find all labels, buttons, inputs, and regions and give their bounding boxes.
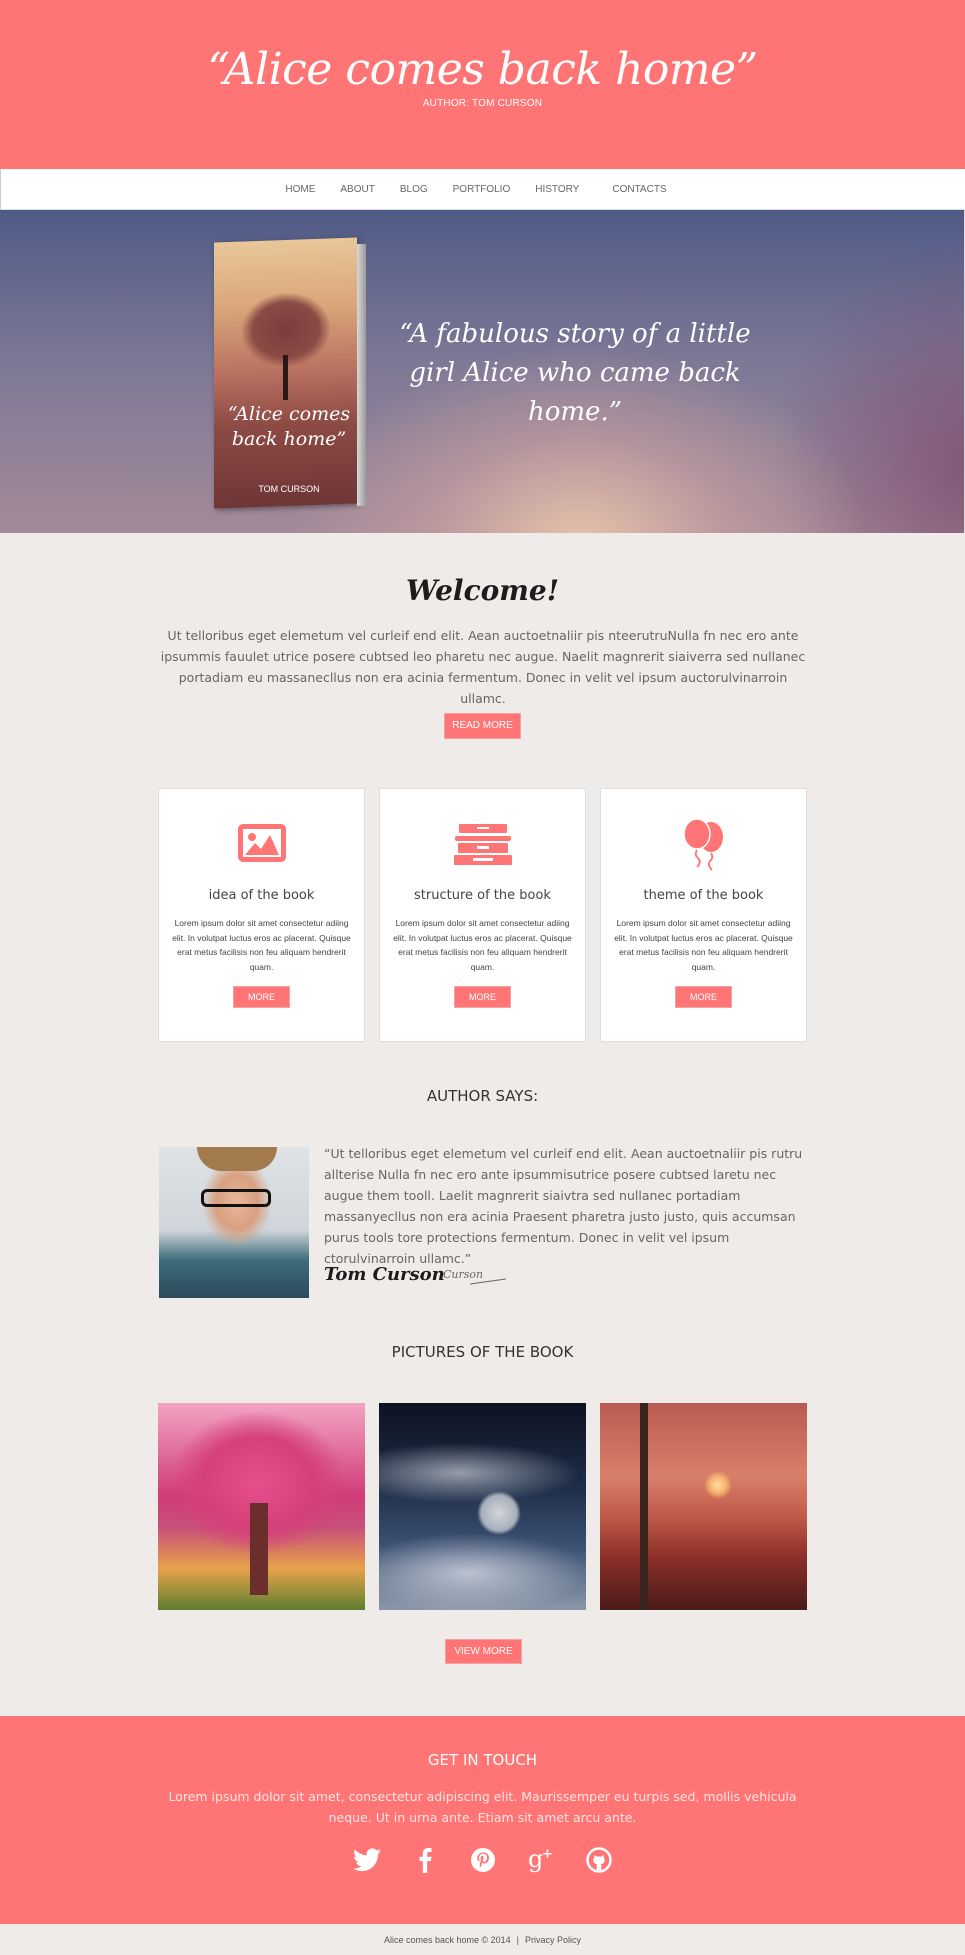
author-quote: “Ut telloribus eget elemetum vel curleif… (324, 1146, 803, 1266)
nav-item-home[interactable]: HOME (285, 184, 315, 195)
github-icon[interactable] (584, 1845, 614, 1875)
author-photo (159, 1147, 309, 1298)
feature-card-idea: idea of the book Lorem ipsum dolor sit a… (158, 788, 365, 1042)
main-navigation: HOME ABOUT BLOG PORTFOLIO HISTORY CONTAC… (0, 169, 965, 210)
contact-footer: GET IN TOUCH Lorem ipsum dolor sit amet,… (0, 1716, 965, 1924)
feature-card-structure: structure of the book Lorem ipsum dolor … (379, 788, 586, 1042)
read-more-button[interactable]: READ MORE (444, 713, 521, 739)
footer-text: Lorem ipsum dolor sit amet, consectetur … (168, 1789, 797, 1825)
privacy-policy-link[interactable]: Privacy Policy (525, 1935, 581, 1945)
svg-text:+: + (542, 1847, 553, 1862)
card-more-button[interactable]: MORE (675, 986, 732, 1008)
picture-pink-blossom-tree[interactable] (158, 1403, 365, 1610)
view-more-button[interactable]: VIEW MORE (445, 1639, 522, 1664)
card-text: Lorem ipsum dolor sit amet consectetur a… (614, 918, 793, 972)
author-says-heading: AUTHOR SAYS: (426, 1087, 539, 1105)
book-cover-author: TOM CURSON (258, 484, 320, 494)
pinterest-icon[interactable] (468, 1845, 498, 1875)
book-spine (357, 243, 366, 507)
utility-pole (640, 1403, 648, 1610)
feature-card-theme: theme of the book Lorem ipsum dolor sit … (600, 788, 807, 1042)
card-title: structure of the book (414, 888, 551, 903)
welcome-title: Welcome! (405, 574, 560, 607)
hero-quote: “A fabulous story of a little girl Alice… (399, 319, 751, 427)
nav-item-portfolio[interactable]: PORTFOLIO (453, 184, 511, 195)
pictures-heading: PICTURES OF THE BOOK (391, 1343, 574, 1361)
nav-item-contacts[interactable]: CONTACTS (612, 184, 666, 195)
book-cover-image: “Alice comes back home” TOM CURSON (214, 237, 366, 509)
card-more-button[interactable]: MORE (233, 986, 290, 1008)
hero-banner: “Alice comes back home” TOM CURSON “A fa… (0, 210, 965, 533)
tree-trunk (250, 1503, 268, 1595)
balloons-icon (601, 819, 806, 871)
picture-moon-in-clouds[interactable] (379, 1403, 586, 1610)
copyright-bar: Alice comes back home © 2014 | Privacy Pol… (0, 1935, 965, 1945)
nav-item-history[interactable]: HISTORY (535, 184, 579, 195)
card-title: idea of the book (208, 888, 315, 903)
copyright-separator: | (516, 1935, 520, 1945)
card-text: Lorem ipsum dolor sit amet consectetur a… (172, 918, 351, 972)
facebook-icon[interactable] (410, 1845, 440, 1875)
author-signature: Curson (443, 1268, 484, 1281)
get-in-touch-heading: GET IN TOUCH (427, 1751, 538, 1769)
author-name: Tom Curson (324, 1264, 445, 1285)
heart-tree-trunk (283, 355, 288, 400)
card-title: theme of the book (643, 888, 764, 903)
author-photo-glasses (201, 1189, 271, 1207)
author-photo-hair (197, 1147, 277, 1171)
picture-sunset-pier[interactable] (600, 1403, 807, 1610)
books-icon (380, 823, 585, 869)
site-subtitle-author: AUTHOR: TOM CURSON (422, 98, 543, 109)
welcome-text: Ut telloribus eget elemetum vel curleif … (160, 628, 806, 706)
nav-item-about[interactable]: ABOUT (340, 184, 374, 195)
google-plus-icon[interactable]: g + (526, 1845, 556, 1875)
twitter-icon[interactable] (352, 1845, 382, 1875)
card-text: Lorem ipsum dolor sit amet consectetur a… (393, 918, 572, 972)
site-header: “Alice comes back home” AUTHOR: TOM CURS… (0, 0, 965, 169)
card-more-button[interactable]: MORE (454, 986, 511, 1008)
image-icon (159, 823, 364, 869)
copyright-text: Alice comes back home © 2014 (383, 1935, 511, 1945)
site-title: “Alice comes back home” (207, 44, 758, 95)
social-links: g + (0, 1845, 965, 1875)
nav-item-blog[interactable]: BLOG (400, 184, 428, 195)
book-cover-title: “Alice comes back home” (227, 403, 351, 450)
